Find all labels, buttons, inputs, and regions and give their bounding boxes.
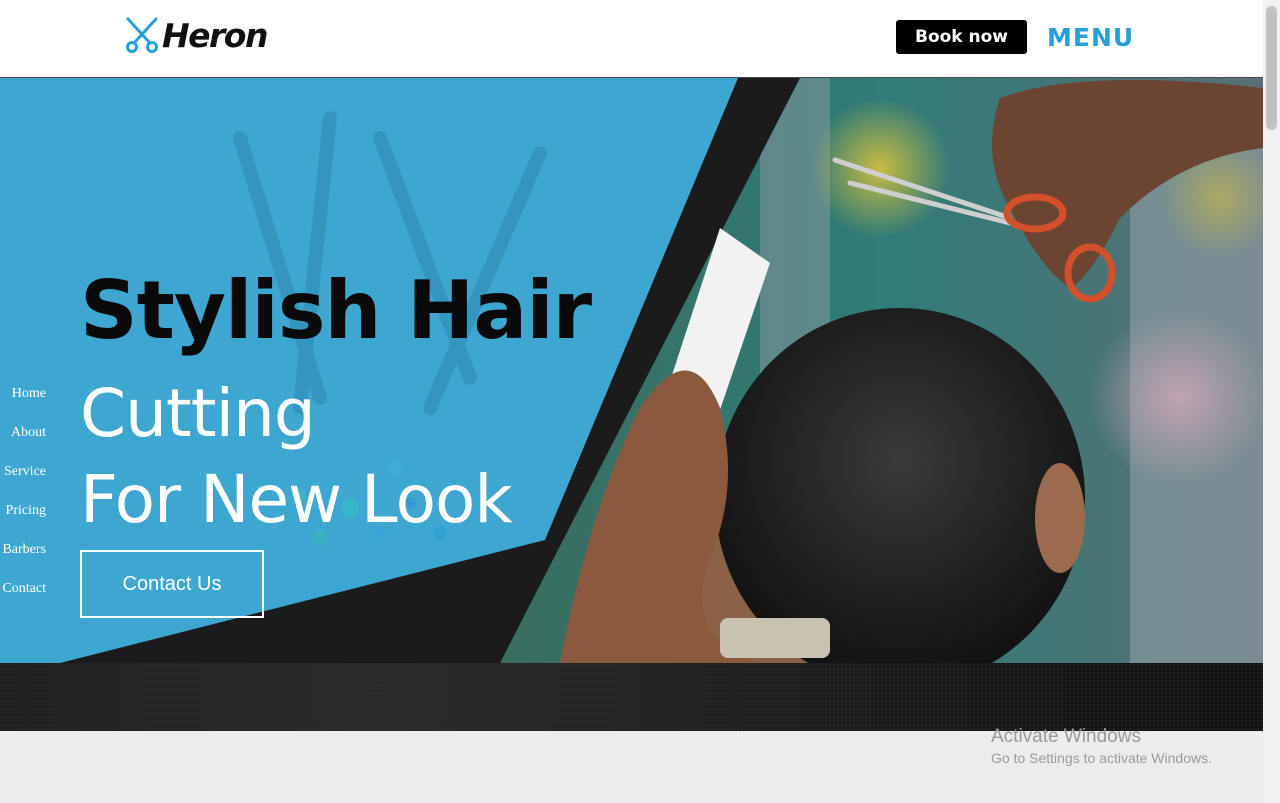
book-now-button[interactable]: Book now [896,20,1027,54]
menu-button[interactable]: MENU [1047,20,1134,54]
watermark-subtitle: Go to Settings to activate Windows. [991,750,1212,766]
watermark-title: Activate Windows [991,726,1141,747]
hero-title-line3: For New Look [80,461,513,538]
scrollbar-thumb[interactable] [1266,6,1277,130]
side-nav-item-contact[interactable]: Contact [0,576,50,615]
hero-title-line1: Stylish Hair [80,264,592,357]
side-nav-item-about[interactable]: About [0,420,50,459]
side-nav-item-service[interactable]: Service [0,459,50,498]
site-header: Heron Book now MENU [0,0,1263,78]
side-nav-item-pricing[interactable]: Pricing [0,498,50,537]
hero-banner: Stylish Hair Cutting For New Look Home A… [0,78,1263,663]
dark-section-band [0,663,1263,731]
side-nav-item-barbers[interactable]: Barbers [0,537,50,576]
scissors-icon [126,17,158,53]
hero-title-line2: Cutting [80,375,316,452]
contact-us-button[interactable]: Contact Us [80,550,264,618]
side-nav-item-home[interactable]: Home [0,381,50,420]
windows-activation-watermark: Activate Windows Go to Settings to activ… [991,726,1212,766]
brand-logo[interactable]: Heron [124,15,268,55]
side-nav: Home About Service Pricing Barbers Conta… [0,381,50,615]
page-scrollbar[interactable] [1263,0,1280,803]
brand-name: Heron [162,15,268,55]
